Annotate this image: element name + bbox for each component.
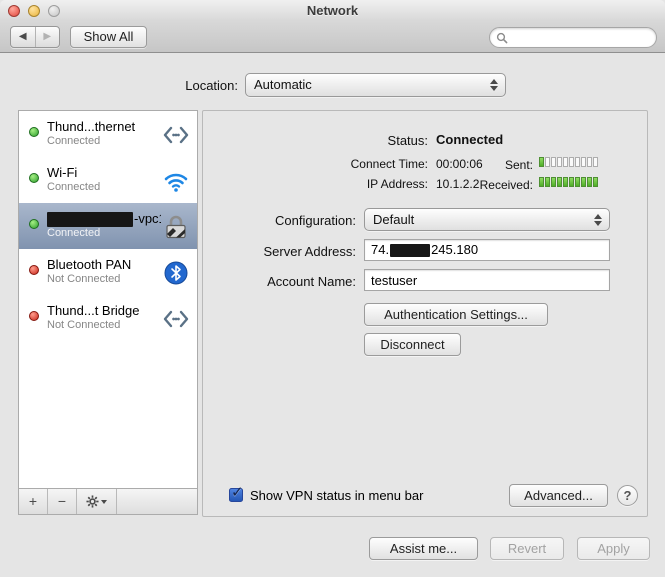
window-chrome: Network ◀ ▶ Show All: [0, 0, 665, 53]
activity-segment: [575, 177, 580, 187]
list-footer: + −: [19, 488, 197, 514]
sidebar-item-vpn[interactable]: -vpc1 Connected: [19, 203, 197, 249]
search-input[interactable]: [512, 31, 642, 45]
nav-segmented-control: ◀ ▶: [10, 26, 60, 48]
service-status: Not Connected: [47, 319, 161, 332]
popup-stepper-icon: [594, 214, 602, 226]
connect-time-label: Connect Time:: [203, 157, 428, 171]
sidebar-item-thunderbolt-ethernet[interactable]: Thund...thernet Connected: [19, 111, 197, 157]
vpn-status-checkbox-label: Show VPN status in menu bar: [250, 488, 423, 503]
activity-segment: [569, 157, 574, 167]
add-service-button[interactable]: +: [19, 489, 48, 514]
activity-segment: [593, 157, 598, 167]
service-name: Wi-Fi: [47, 165, 161, 181]
status-dot-green: [29, 127, 39, 137]
back-button[interactable]: ◀: [11, 27, 36, 47]
search-field[interactable]: [489, 27, 657, 48]
search-icon: [496, 32, 508, 44]
activity-segment: [545, 177, 550, 187]
help-button[interactable]: ?: [617, 485, 638, 506]
activity-segment: [587, 177, 592, 187]
wifi-icon: [161, 166, 191, 196]
service-name: -vpc1: [47, 211, 161, 227]
redaction-box: [47, 212, 133, 227]
account-name-label: Account Name:: [203, 274, 356, 289]
configuration-value: Default: [373, 209, 609, 231]
sidebar-item-thunderbolt-bridge[interactable]: Thund...t Bridge Not Connected: [19, 295, 197, 341]
assist-me-button[interactable]: Assist me...: [369, 537, 478, 560]
activity-segment: [581, 157, 586, 167]
status-value: Connected: [436, 132, 503, 147]
activity-segment: [551, 177, 556, 187]
sidebar-item-bluetooth-pan[interactable]: Bluetooth PAN Not Connected: [19, 249, 197, 295]
service-name: Thund...t Bridge: [47, 303, 161, 319]
account-name-field[interactable]: [364, 269, 610, 291]
service-status: Connected: [47, 181, 161, 194]
lock-icon: [161, 212, 191, 242]
service-name: Thund...thernet: [47, 119, 161, 135]
received-activity-bar: [539, 177, 599, 187]
window-title: Network: [0, 3, 665, 18]
activity-segment: [551, 157, 556, 167]
activity-segment: [539, 177, 544, 187]
ethernet-icon: [161, 304, 191, 334]
bluetooth-icon: [161, 258, 191, 288]
service-name: Bluetooth PAN: [47, 257, 161, 273]
disconnect-button[interactable]: Disconnect: [364, 333, 461, 356]
configuration-popup[interactable]: Default: [364, 208, 610, 231]
activity-segment: [569, 177, 574, 187]
location-value: Automatic: [254, 74, 505, 96]
vpn-status-checkbox[interactable]: ✓: [229, 488, 243, 502]
status-dot-red: [29, 265, 39, 275]
action-menu-button[interactable]: [77, 489, 117, 514]
service-status: Connected: [47, 227, 161, 240]
activity-segment: [593, 177, 598, 187]
activity-segment: [587, 157, 592, 167]
activity-segment: [575, 157, 580, 167]
apply-button: Apply: [577, 537, 650, 560]
server-address-field[interactable]: 74.245.180: [364, 239, 610, 261]
detail-panel: Status: Connected Connect Time: 00:00:06…: [202, 110, 648, 517]
redaction-box: [390, 244, 430, 257]
location-popup[interactable]: Automatic: [245, 73, 506, 97]
service-status: Not Connected: [47, 273, 161, 286]
status-dot-red: [29, 311, 39, 321]
status-dot-green: [29, 219, 39, 229]
sent-label: Sent:: [433, 158, 533, 172]
activity-segment: [557, 157, 562, 167]
activity-segment: [539, 157, 544, 167]
status-label: Status:: [203, 133, 428, 148]
location-label: Location:: [0, 78, 238, 93]
authentication-settings-button[interactable]: Authentication Settings...: [364, 303, 548, 326]
gear-icon: [86, 495, 99, 508]
status-dot-green: [29, 173, 39, 183]
revert-button: Revert: [490, 537, 564, 560]
show-all-button[interactable]: Show All: [70, 26, 147, 48]
activity-segment: [545, 157, 550, 167]
popup-stepper-icon: [490, 79, 498, 91]
sent-activity-bar: [539, 157, 599, 167]
service-status: Connected: [47, 135, 161, 148]
activity-segment: [563, 177, 568, 187]
forward-button: ▶: [36, 27, 60, 47]
services-list: Thund...thernet Connected Wi-Fi Connecte…: [18, 110, 198, 515]
received-label: Received:: [433, 178, 533, 192]
check-icon: ✓: [231, 483, 244, 501]
activity-segment: [581, 177, 586, 187]
remove-service-button[interactable]: −: [48, 489, 77, 514]
advanced-button[interactable]: Advanced...: [509, 484, 608, 507]
ip-address-label: IP Address:: [203, 177, 428, 191]
server-address-label: Server Address:: [203, 244, 356, 259]
configuration-label: Configuration:: [203, 213, 356, 228]
caret-down-icon: [101, 500, 107, 504]
activity-segment: [563, 157, 568, 167]
activity-segment: [557, 177, 562, 187]
ethernet-icon: [161, 120, 191, 150]
title-bar[interactable]: Network: [0, 0, 665, 22]
sidebar-item-wifi[interactable]: Wi-Fi Connected: [19, 157, 197, 203]
toolbar: ◀ ▶ Show All: [0, 22, 665, 53]
